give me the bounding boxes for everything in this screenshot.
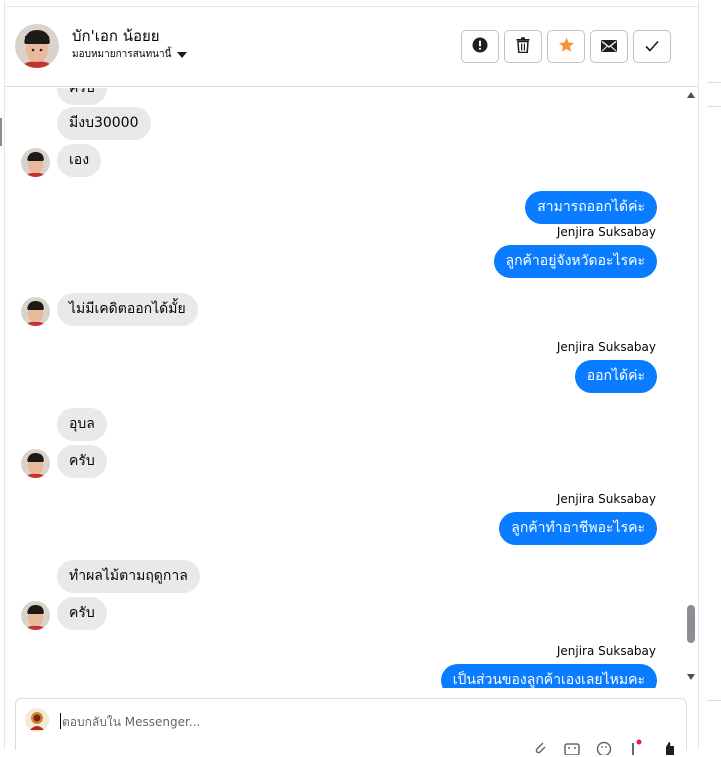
star-button[interactable] bbox=[547, 30, 585, 63]
check-icon bbox=[645, 37, 659, 56]
trash-icon bbox=[516, 36, 530, 57]
text-cursor bbox=[60, 713, 61, 729]
scroll-down-arrow-icon[interactable] bbox=[687, 674, 695, 680]
right-sidebar-edge bbox=[698, 0, 721, 750]
mark-done-button[interactable] bbox=[633, 30, 671, 63]
alert-circle-icon bbox=[472, 37, 488, 57]
caret-down-icon bbox=[177, 51, 188, 58]
page-avatar bbox=[25, 708, 49, 732]
contact-avatar-small bbox=[21, 297, 50, 326]
outgoing-message[interactable]: สามารถออกได้ค่ะ bbox=[525, 191, 657, 224]
incoming-message[interactable]: เอง bbox=[57, 144, 102, 177]
incoming-message[interactable]: ไม่มีเคดิตออกได้มั้ย bbox=[57, 293, 198, 326]
incoming-message[interactable]: ครับ bbox=[57, 597, 107, 630]
scroll-up-arrow-icon[interactable] bbox=[687, 92, 695, 98]
assign-label: มอบหมายการสนทนานี้ bbox=[72, 49, 172, 60]
scrollbar-thumb[interactable] bbox=[687, 605, 695, 643]
sender-name: Jenjira Suksabay bbox=[556, 644, 656, 658]
left-edge-marker bbox=[0, 118, 2, 146]
contact-avatar[interactable] bbox=[15, 24, 59, 68]
star-icon bbox=[558, 37, 575, 57]
contact-avatar-small bbox=[21, 449, 50, 478]
incoming-message[interactable]: มีงบ30000 bbox=[57, 107, 151, 140]
composer-toolbar bbox=[531, 739, 677, 757]
contact-avatar-small bbox=[21, 148, 50, 177]
message-thread[interactable]: ครับ มีงบ30000 เอง สามารถออกได้ค่ะ Jenji… bbox=[5, 88, 685, 688]
outgoing-message[interactable]: เป็นส่วนของลูกค้าเองเลยไหมคะ bbox=[440, 664, 657, 688]
messenger-conversation-panel: บัก'เอก น้อยย มอบหมายการสนทนานี้ ครับ มี… bbox=[0, 0, 721, 755]
mark-unread-button[interactable] bbox=[590, 30, 628, 63]
incoming-message[interactable]: ครับ bbox=[57, 445, 107, 478]
outgoing-message[interactable]: ออกได้ค่ะ bbox=[574, 360, 657, 393]
sender-name: Jenjira Suksabay bbox=[556, 492, 656, 506]
emoji-icon[interactable] bbox=[595, 739, 613, 757]
paperclip-icon[interactable] bbox=[531, 739, 549, 757]
assign-conversation-dropdown[interactable]: มอบหมายการสนทนานี้ bbox=[72, 47, 188, 62]
header-action-buttons bbox=[461, 30, 671, 63]
reply-composer[interactable]: ตอบกลับใน Messenger... bbox=[15, 698, 687, 755]
incoming-message[interactable]: ทำผลไม้ตามฤดูกาล bbox=[57, 560, 200, 593]
reply-input[interactable]: ตอบกลับใน Messenger... bbox=[62, 713, 200, 732]
conversation-header: บัก'เอก น้อยย มอบหมายการสนทนานี้ bbox=[5, 7, 698, 87]
thread-scrollbar[interactable] bbox=[685, 88, 698, 688]
sender-name: Jenjira Suksabay bbox=[556, 225, 656, 239]
contact-name[interactable]: บัก'เอก น้อยย bbox=[72, 24, 160, 48]
incoming-message[interactable]: อุบล bbox=[57, 408, 107, 441]
gif-icon[interactable] bbox=[563, 739, 581, 757]
sender-name: Jenjira Suksabay bbox=[556, 340, 656, 354]
mark-spam-button[interactable] bbox=[461, 30, 499, 63]
payment-icon[interactable] bbox=[627, 739, 645, 757]
like-icon[interactable] bbox=[659, 739, 677, 757]
contact-avatar-small bbox=[21, 601, 50, 630]
delete-button[interactable] bbox=[504, 30, 542, 63]
outgoing-message[interactable]: ลูกค้าทำอาชีพอะไรคะ bbox=[499, 512, 657, 545]
envelope-icon bbox=[601, 37, 617, 56]
outgoing-message[interactable]: ลูกค้าอยู่จังหวัดอะไรคะ bbox=[493, 245, 657, 278]
incoming-message[interactable]: ครับ bbox=[57, 88, 107, 105]
